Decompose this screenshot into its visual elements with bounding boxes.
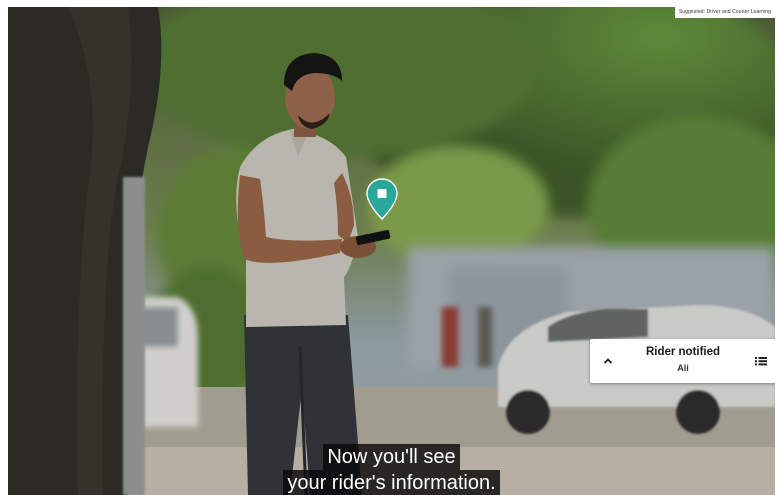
rider-notified-card[interactable]: Rider notified Ali: [590, 339, 775, 383]
rider-name: Ali: [677, 363, 689, 373]
caption-line-1: Now you'll see: [323, 444, 460, 470]
video-player[interactable]: Suggested: Driver and Courier Learning R…: [8, 7, 775, 495]
chevron-up-icon[interactable]: [601, 354, 615, 368]
subtitle-captions: Now you'll see your rider's information.: [8, 444, 775, 495]
suggested-video-badge[interactable]: Suggested: Driver and Courier Learning: [674, 7, 775, 18]
caption-line-2: your rider's information.: [283, 470, 500, 495]
rider-status-title: Rider notified: [645, 346, 721, 358]
video-frame-image: [8, 7, 775, 495]
list-icon[interactable]: [754, 354, 768, 368]
map-pin-icon: [366, 178, 398, 220]
